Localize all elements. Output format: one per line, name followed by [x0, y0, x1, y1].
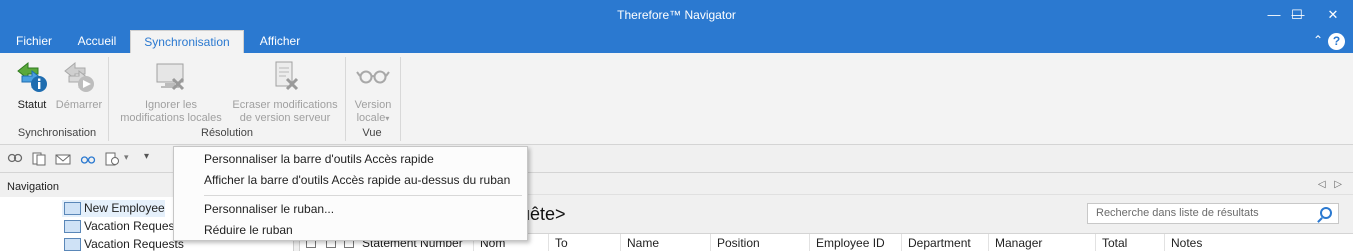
- column-header[interactable]: Total: [1102, 236, 1127, 250]
- next-arrow-icon[interactable]: ▷: [1334, 179, 1342, 190]
- overwrite-server-label-1: Ecraser modifications: [232, 99, 338, 111]
- glasses-icon: [356, 70, 390, 84]
- documents-icon[interactable]: [31, 152, 47, 166]
- panel-nav-arrows: ◁ ▷: [1318, 179, 1342, 190]
- nav-item-label: New Employee: [84, 201, 165, 215]
- chevron-down-icon[interactable]: ▾: [124, 152, 129, 163]
- minimize-button-2[interactable]: [1276, 0, 1316, 30]
- collapse-ribbon-icon[interactable]: ⌃: [1313, 33, 1323, 47]
- group-label-resolution: Résolution: [201, 127, 253, 139]
- column-header[interactable]: Employee ID: [816, 236, 885, 250]
- results-search-input[interactable]: Recherche dans liste de résultats: [1087, 203, 1339, 224]
- menu-item-customize-qat[interactable]: Personnaliser la barre d'outils Accès ra…: [174, 149, 527, 170]
- menu-separator: [204, 195, 522, 196]
- group-label-vue: Vue: [362, 127, 382, 139]
- ignore-local-button[interactable]: Ignorer les modifications locales: [112, 59, 230, 125]
- search-icon[interactable]: [1320, 207, 1332, 219]
- menu-item-minimize-ribbon[interactable]: Réduire le ruban: [174, 220, 527, 241]
- start-button[interactable]: Démarrer: [54, 59, 104, 112]
- nav-item-vacation-request[interactable]: Vacation Request: [62, 218, 178, 235]
- ignore-local-icon: [156, 63, 185, 91]
- qat-context-menu: Personnaliser la barre d'outils Accès ra…: [173, 146, 528, 241]
- folder-icon: [64, 202, 81, 215]
- ignore-local-label-2: modifications locales: [120, 112, 222, 124]
- menu-item-customize-ribbon[interactable]: Personnaliser le ruban...: [174, 199, 527, 220]
- window-title: Therefore™ Navigator: [617, 8, 736, 22]
- prev-arrow-icon[interactable]: ◁: [1318, 179, 1326, 190]
- group-separator: [108, 57, 109, 141]
- tab-synchronisation[interactable]: Synchronisation: [130, 30, 244, 54]
- overwrite-server-label-2: de version serveur: [239, 112, 331, 124]
- tab-afficher[interactable]: Afficher: [248, 30, 312, 53]
- sync-status-icon: [17, 61, 47, 92]
- ignore-local-label-1: Ignorer les: [145, 99, 197, 111]
- folder-icon: [64, 220, 81, 233]
- status-button[interactable]: Statut: [8, 59, 56, 112]
- overwrite-server-icon: [275, 61, 299, 91]
- tab-fichier[interactable]: Fichier: [6, 30, 62, 53]
- search-people-icon[interactable]: [7, 152, 23, 166]
- column-header[interactable]: Manager: [995, 236, 1042, 250]
- nav-item-label: Vacation Request: [84, 219, 178, 233]
- local-version-button[interactable]: Version locale▾: [348, 59, 398, 125]
- search-placeholder: Recherche dans liste de résultats: [1096, 207, 1259, 219]
- local-version-label-2: locale: [356, 112, 386, 124]
- ribbon: Statut Démarrer Ignorer les modification…: [0, 53, 1353, 145]
- column-header[interactable]: Department: [908, 236, 971, 250]
- status-label: Statut: [17, 99, 47, 111]
- group-label-synchronisation: Synchronisation: [17, 127, 97, 139]
- menu-item-show-qat-above[interactable]: Afficher la barre d'outils Accès rapide …: [174, 170, 527, 191]
- column-header[interactable]: Notes: [1171, 236, 1202, 250]
- help-icon[interactable]: ?: [1328, 33, 1345, 50]
- ribbon-tabstrip: Fichier Accueil Synchronisation Afficher…: [0, 30, 1353, 54]
- start-sync-icon: [64, 61, 94, 92]
- local-version-label-1: Version: [354, 99, 392, 111]
- close-button[interactable]: ✕: [1313, 0, 1353, 30]
- tab-accueil[interactable]: Accueil: [68, 30, 126, 53]
- chevron-down-icon: ▾: [385, 114, 390, 123]
- column-header[interactable]: Position: [717, 236, 760, 250]
- nav-item-new-employee[interactable]: New Employee: [62, 200, 165, 217]
- glasses-icon[interactable]: [80, 152, 96, 166]
- overwrite-server-button[interactable]: Ecraser modifications de version serveur: [228, 59, 342, 125]
- nav-item-vacation-requests[interactable]: Vacation Requests: [62, 236, 184, 251]
- nav-item-label: Vacation Requests: [84, 237, 184, 251]
- column-header[interactable]: Name: [627, 236, 659, 250]
- folder-icon: [64, 238, 81, 251]
- column-header[interactable]: To: [555, 236, 568, 250]
- start-label: Démarrer: [55, 99, 103, 111]
- document-settings-icon[interactable]: [104, 152, 120, 166]
- envelope-icon[interactable]: [55, 152, 71, 166]
- customize-qat-icon[interactable]: ▾: [144, 151, 149, 162]
- title-bar: Therefore™ Navigator —: [0, 0, 1353, 30]
- group-separator: [400, 57, 401, 141]
